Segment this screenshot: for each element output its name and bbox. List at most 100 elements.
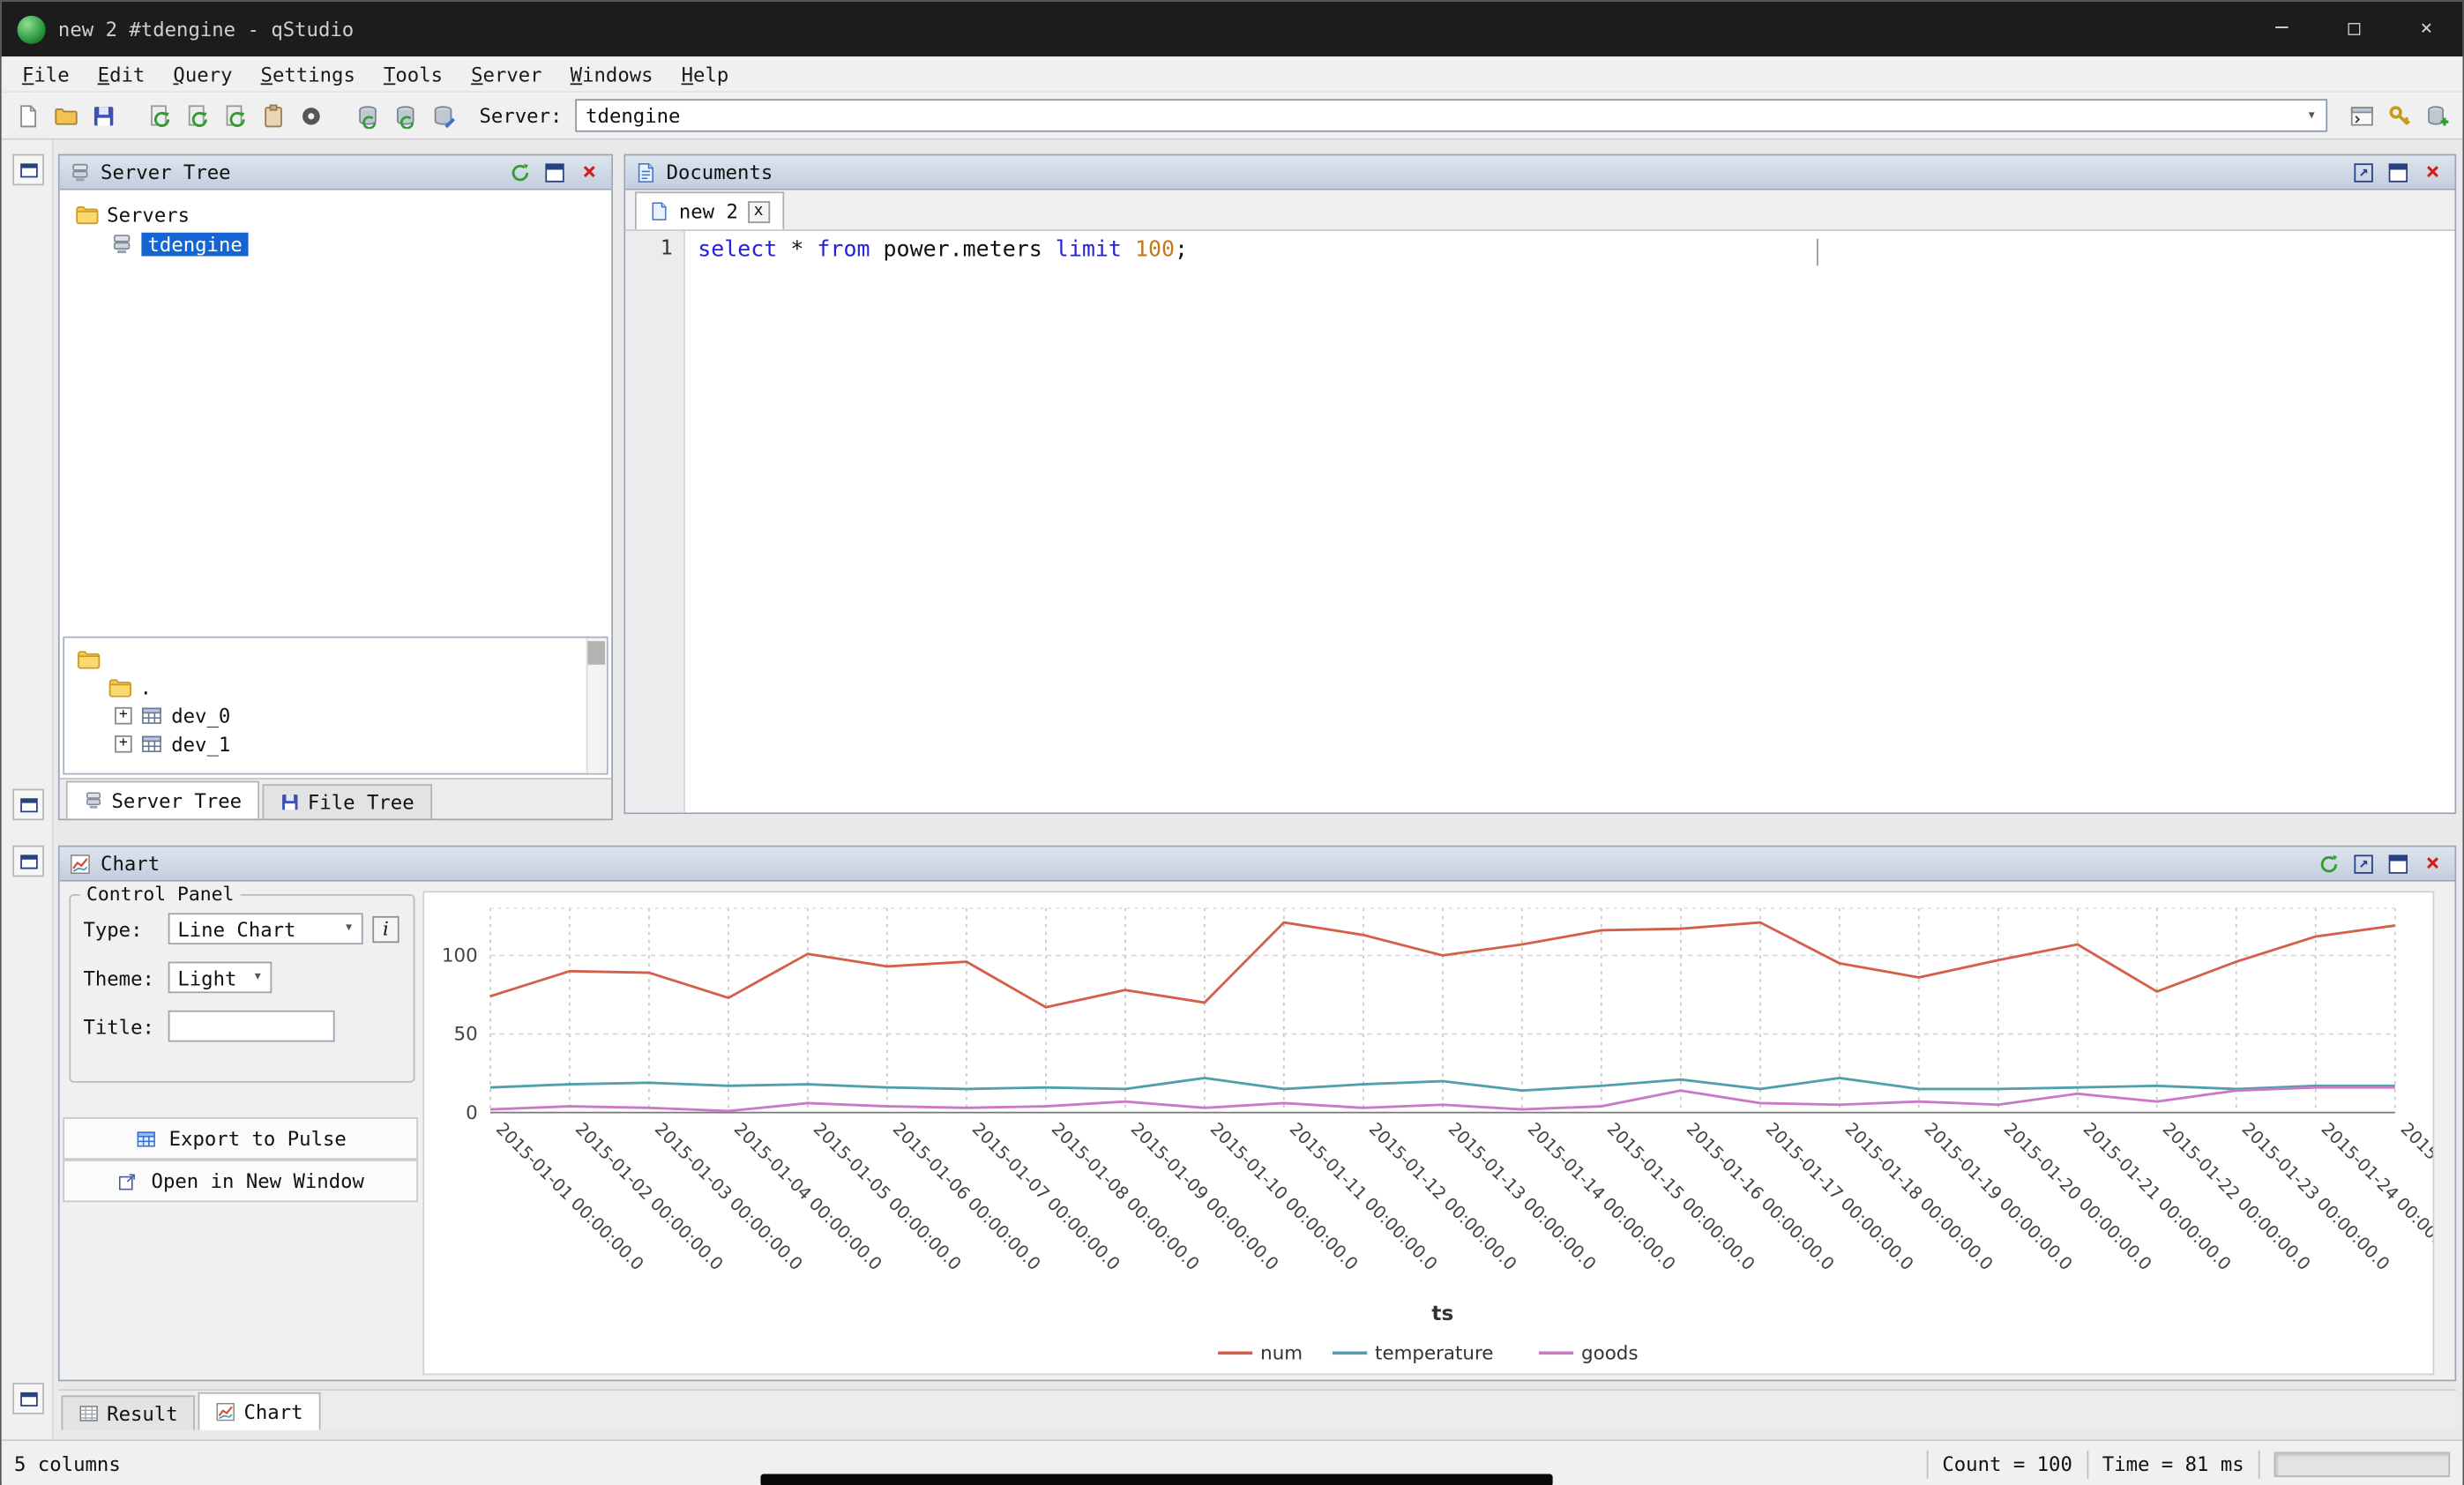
menu-item-windows[interactable]: Windows — [556, 59, 668, 89]
chart-theme-select[interactable]: Light ▾ — [168, 962, 273, 994]
tab-new-2[interactable]: new 2 x — [635, 191, 784, 229]
close-button[interactable]: × — [2390, 2, 2462, 56]
run-selection-icon[interactable] — [219, 99, 251, 131]
run-query-icon[interactable] — [143, 99, 175, 131]
dock-minimize-bottom-button[interactable] — [12, 1383, 44, 1414]
x-tick-label: 2015-01-10 00:00:00.0 — [1206, 1119, 1363, 1275]
refresh-icon[interactable] — [508, 160, 534, 185]
x-tick-label: 2015-01-02 00:00:00.0 — [571, 1119, 728, 1275]
legend-label-temperature[interactable]: temperature — [1375, 1342, 1493, 1364]
menu-item-server[interactable]: Server — [457, 59, 556, 89]
export-to-pulse-button[interactable]: Export to Pulse — [63, 1117, 418, 1160]
menu-item-settings[interactable]: Settings — [247, 59, 370, 89]
status-count: Count = 100 — [1942, 1452, 2072, 1476]
dock-restore-bottom-button[interactable] — [12, 846, 44, 877]
maximize-button[interactable]: □ — [2318, 2, 2390, 56]
tab-label: Chart — [243, 1399, 302, 1423]
paste-clipboard-icon[interactable] — [256, 99, 288, 131]
progress-indicator — [2274, 1451, 2451, 1477]
scrollbar-thumb[interactable] — [587, 641, 605, 665]
close-panel-icon[interactable]: × — [2420, 160, 2445, 185]
popout-panel-icon[interactable]: ↗ — [2351, 160, 2377, 185]
expand-icon[interactable]: + — [115, 706, 132, 724]
code-token: from — [817, 237, 883, 263]
file-tree-label: . — [140, 675, 152, 698]
code-token: * — [790, 237, 817, 263]
refresh-icon[interactable] — [2317, 851, 2342, 877]
scrollbar[interactable] — [586, 638, 607, 772]
file-tree-node-dev1[interactable]: + dev_1 — [77, 729, 607, 757]
menu-item-query[interactable]: Query — [159, 59, 246, 89]
tab-chart[interactable]: Chart — [198, 1392, 320, 1430]
tab-server-tree[interactable]: Server Tree — [66, 781, 259, 819]
file-tree-label: dev_0 — [171, 703, 230, 727]
dock-restore-top-button[interactable] — [12, 154, 44, 186]
code-token: ; — [1175, 237, 1188, 263]
x-tick-label: 2015-01-06 00:00:00.0 — [889, 1119, 1045, 1275]
x-tick-label: 2015-01-18 00:00:00.0 — [1841, 1119, 1997, 1275]
legend-label-num[interactable]: num — [1260, 1342, 1303, 1364]
chart-title-input[interactable] — [168, 1011, 335, 1042]
tab-label: Result — [107, 1401, 177, 1425]
x-axis-labels: 2015-01-01 00:00:00.02015-01-02 00:00:00… — [492, 1119, 2433, 1275]
close-panel-icon[interactable]: × — [577, 160, 602, 185]
main-area: Server Tree × Servers tdengine — [2, 140, 2463, 1440]
tab-file-tree[interactable]: File Tree — [262, 784, 431, 818]
save-icon[interactable] — [86, 99, 119, 131]
server-tree-icon — [69, 161, 91, 183]
add-database-icon[interactable] — [2420, 99, 2453, 131]
tab-result[interactable]: Result — [61, 1395, 195, 1429]
menu-item-help[interactable]: Help — [668, 59, 743, 89]
info-icon[interactable]: i — [372, 915, 399, 942]
maximize-panel-icon[interactable] — [2386, 851, 2411, 877]
sync-database-icon[interactable] — [388, 99, 421, 131]
folder-icon — [76, 203, 100, 227]
open-in-new-window-button[interactable]: Open in New Window — [63, 1160, 418, 1202]
x-tick-label: 2015-01-17 00:00:00.0 — [1762, 1119, 1918, 1275]
server-tree-titlebar[interactable]: Server Tree × — [60, 155, 611, 190]
popout-panel-icon[interactable]: ↗ — [2351, 851, 2377, 877]
tree-node-servers[interactable]: Servers — [76, 199, 612, 229]
chart-panel: Chart ↗ × Control Panel Type: Line Chart… — [58, 846, 2456, 1382]
dock-minimize-top-button[interactable] — [12, 789, 44, 821]
server-selector[interactable]: tdengine ▾ — [575, 99, 2327, 131]
file-tree-root-folder[interactable] — [77, 645, 607, 673]
x-tick-label: 2015-01-04 00:00:00.0 — [730, 1119, 886, 1275]
document-tabs: new 2 x — [625, 190, 2454, 231]
menu-item-edit[interactable]: Edit — [84, 59, 160, 89]
close-panel-icon[interactable]: × — [2420, 851, 2445, 877]
file-tree-node-dot[interactable]: . — [77, 673, 607, 701]
settings-gear-icon[interactable] — [294, 99, 326, 131]
chart-titlebar[interactable]: Chart ↗ × — [60, 847, 2455, 881]
open-file-icon[interactable] — [49, 99, 81, 131]
documents-titlebar[interactable]: Documents ↗ × — [625, 155, 2454, 190]
documents-panel: Documents ↗ × new 2 x 1 select * from po… — [623, 154, 2456, 814]
result-grid-icon — [78, 1402, 99, 1422]
expand-icon[interactable]: + — [115, 735, 132, 752]
tab-close-icon[interactable]: x — [748, 200, 770, 222]
menu-item-file[interactable]: File — [8, 59, 84, 89]
window-icon — [19, 854, 37, 869]
minimize-button[interactable]: ─ — [2245, 2, 2318, 56]
screen: new 2 #tdengine - qStudio ─ □ × FileEdit… — [0, 0, 2464, 1485]
run-line-icon[interactable] — [181, 99, 213, 131]
window-icon — [19, 797, 37, 811]
x-tick-label: 2015-01-19 00:00:00.0 — [1921, 1119, 2077, 1275]
maximize-panel-icon[interactable] — [2386, 160, 2411, 185]
file-tree-node-dev0[interactable]: + dev_0 — [77, 701, 607, 729]
x-tick-label: 2015-01-12 00:00:00.0 — [1365, 1119, 1521, 1275]
legend-label-goods[interactable]: goods — [1581, 1342, 1638, 1364]
edit-server-icon[interactable] — [426, 99, 459, 131]
status-divider — [1927, 1450, 1929, 1478]
refresh-server-icon[interactable] — [350, 99, 383, 131]
console-icon[interactable] — [2345, 99, 2378, 131]
menu-item-tools[interactable]: Tools — [370, 59, 457, 89]
chart-type-select[interactable]: Line Chart ▾ — [168, 913, 363, 944]
status-divider — [2087, 1450, 2088, 1478]
maximize-panel-icon[interactable] — [542, 160, 568, 185]
key-icon[interactable] — [2383, 99, 2415, 131]
sql-editor[interactable]: 1 select * from power.meters limit 100; — [625, 231, 2454, 812]
tree-node-tdengine[interactable]: tdengine — [76, 229, 612, 259]
window-icon — [19, 162, 37, 176]
new-document-icon[interactable] — [11, 99, 43, 131]
